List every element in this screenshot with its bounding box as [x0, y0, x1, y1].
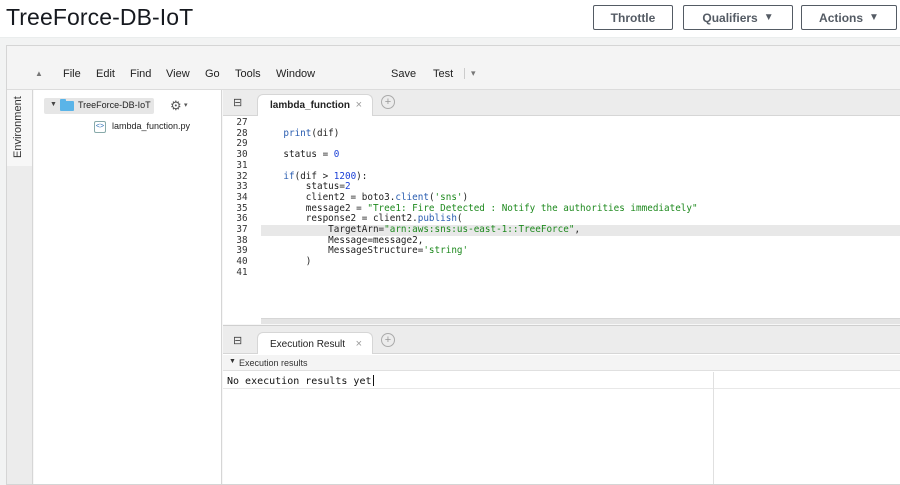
code-file-icon: <> [94, 121, 106, 133]
collapse-menubar-icon[interactable]: ▲ [35, 69, 43, 78]
environment-tab-label: Environment [12, 96, 24, 158]
cloud9-ide: ▲ File Edit Find View Go Tools Window Sa… [6, 45, 900, 485]
page-header: TreeForce-DB-IoT Throttle Qualifiers ▼ A… [0, 0, 900, 38]
folder-icon [60, 99, 74, 111]
code-line[interactable]: print(dif) [261, 128, 900, 140]
tab-label: Execution Result [270, 339, 346, 350]
menu-window[interactable]: Window [276, 68, 315, 80]
test-dropdown-icon[interactable]: ▾ [464, 68, 476, 79]
tab-lambda-function[interactable]: lambda_function × [257, 94, 373, 116]
tab-label: lambda_function [270, 100, 351, 111]
add-tab-icon[interactable]: + [381, 95, 395, 109]
code-editor[interactable]: print(dif) status = 0 if(dif > 1200): st… [261, 116, 900, 324]
code-line[interactable] [261, 118, 900, 129]
menu-go[interactable]: Go [205, 68, 220, 80]
menu-tools[interactable]: Tools [235, 68, 261, 80]
gear-icon[interactable]: ⚙ [170, 98, 182, 114]
environment-tab[interactable]: Environment [7, 90, 33, 166]
tab-execution-result[interactable]: Execution Result × [257, 332, 373, 354]
actions-dropdown[interactable]: Actions ▼ [801, 5, 897, 30]
execution-results-text: No execution results yet [227, 375, 374, 387]
code-line[interactable]: status = 0 [261, 149, 900, 161]
menu-edit[interactable]: Edit [96, 68, 115, 80]
code-line[interactable]: ) [261, 256, 900, 268]
menu-file[interactable]: File [63, 68, 81, 80]
page-title: TreeForce-DB-IoT [6, 4, 194, 30]
results-tabbar: ⊟ Execution Result × + [223, 326, 900, 354]
horizontal-scrollbar[interactable] [261, 318, 900, 324]
code-line[interactable] [261, 161, 900, 172]
gear-caret-icon[interactable]: ▾ [184, 101, 188, 109]
expand-arrow-icon[interactable]: ▼ [50, 101, 57, 108]
results-pane: ⊟ Execution Result × + ▼ Execution resul… [223, 325, 900, 484]
tree-root-label: TreeForce-DB-IoT [78, 100, 151, 110]
collapse-arrow-icon: ▼ [229, 358, 236, 365]
execution-results-label: Execution results [239, 358, 308, 368]
file-tree: ▼ TreeForce-DB-IoT ⚙ ▾ <> lambda_functio… [34, 90, 222, 484]
code-line[interactable]: MessageStructure='string' [261, 246, 900, 257]
menu-view[interactable]: View [166, 68, 190, 80]
code-line[interactable]: if(dif > 1200): [261, 171, 900, 183]
test-button[interactable]: Test [433, 68, 453, 80]
throttle-button[interactable]: Throttle [593, 5, 673, 30]
actions-dropdown-label: Actions [819, 10, 864, 25]
qualifiers-dropdown-label: Qualifiers [702, 10, 758, 25]
line-number: 31 [236, 159, 248, 171]
execution-results-body[interactable]: No execution results yet [223, 372, 900, 484]
execution-results-message: No execution results yet [227, 376, 372, 387]
tree-root-folder[interactable]: ▼ TreeForce-DB-IoT [44, 98, 154, 114]
line-number: 34 [236, 191, 248, 203]
close-icon[interactable]: × [356, 99, 362, 111]
code-line[interactable] [261, 139, 900, 150]
caret-down-icon: ▼ [869, 12, 879, 23]
pane-menu-icon[interactable]: ⊟ [233, 96, 242, 109]
throttle-button-label: Throttle [610, 10, 656, 25]
text-cursor [372, 375, 374, 386]
ide-menubar: ▲ File Edit Find View Go Tools Window Sa… [7, 46, 900, 90]
line-number-gutter: 27 28 29 30 31 32 33 34 35 36 37 38 39 40 41 [223, 116, 261, 324]
sidebar-tabs: Environment [7, 90, 33, 484]
code-line[interactable] [261, 268, 900, 279]
divider [713, 372, 714, 484]
divider [223, 388, 900, 389]
caret-down-icon: ▼ [763, 12, 774, 23]
add-tab-icon[interactable]: + [381, 333, 395, 347]
save-button[interactable]: Save [391, 68, 416, 80]
close-icon[interactable]: × [356, 338, 362, 350]
editor-tabbar: ⊟ lambda_function × + [223, 90, 900, 116]
line-number: 41 [236, 266, 248, 278]
pane-menu-icon[interactable]: ⊟ [233, 334, 242, 347]
file-item-label: lambda_function.py [112, 121, 191, 131]
execution-results-header[interactable]: ▼ Execution results [223, 355, 900, 371]
menu-find[interactable]: Find [130, 68, 151, 80]
editor-pane: ⊟ lambda_function × + 27 28 29 30 31 32 33 34 35… [223, 90, 900, 324]
qualifiers-dropdown[interactable]: Qualifiers ▼ [683, 5, 793, 30]
